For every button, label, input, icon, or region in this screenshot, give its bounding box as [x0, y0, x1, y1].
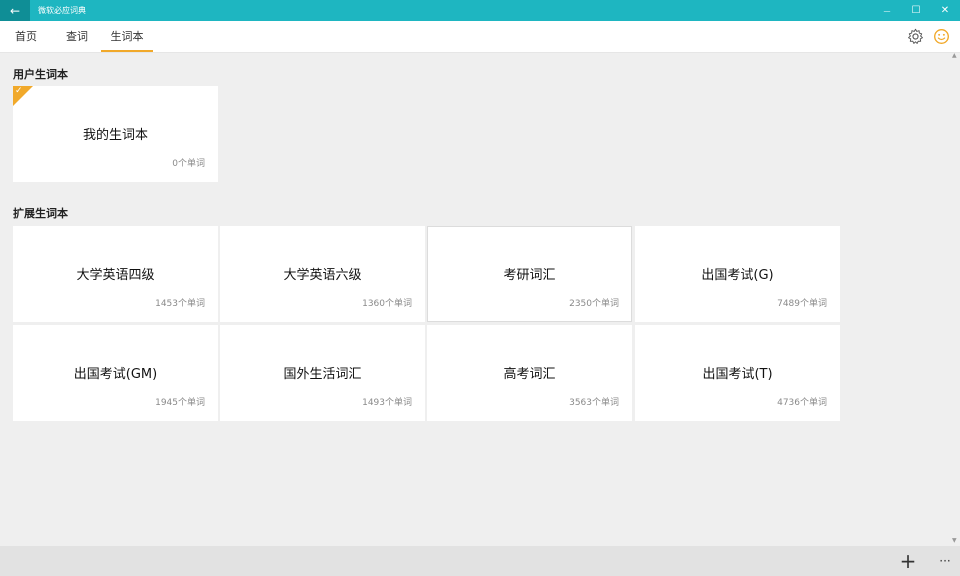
wordbook-count: 2350个单词	[569, 299, 619, 309]
extended-section-title: 扩展生词本	[13, 207, 68, 220]
wordbook-card[interactable]: 出国考试(G) 7489个单词	[635, 226, 840, 322]
wordbook-name: 出国考试(T)	[702, 367, 773, 382]
wordbook-count: 3563个单词	[569, 398, 619, 408]
back-arrow-icon: ←	[9, 3, 21, 18]
wordbook-card[interactable]: 大学英语四级 1453个单词	[13, 226, 218, 322]
checkmark-icon: ✓	[15, 86, 23, 96]
wordbook-card[interactable]: 出国考试(T) 4736个单词	[635, 325, 840, 421]
wordbook-card[interactable]: 国外生活词汇 1493个单词	[220, 325, 425, 421]
wordbook-name: 考研词汇	[503, 268, 556, 283]
scroll-down-icon[interactable]: ▼	[952, 537, 957, 544]
plus-icon: +	[899, 549, 917, 573]
minimize-icon: —	[883, 6, 891, 15]
wordbook-name: 高考词汇	[503, 367, 556, 382]
nav-bar: 首页 查词 生词本	[0, 21, 960, 53]
wordbook-count: 1493个单词	[362, 398, 412, 408]
wordbook-count: 4736个单词	[777, 398, 827, 408]
maximize-button[interactable]: ☐	[901, 0, 931, 21]
maximize-icon: ☐	[911, 5, 921, 16]
wordbook-name: 出国考试(G)	[701, 268, 774, 283]
close-button[interactable]: ✕	[930, 0, 960, 21]
tab-wordbook[interactable]: 生词本	[101, 21, 153, 52]
tab-home[interactable]: 首页	[8, 21, 44, 52]
scroll-up-icon[interactable]: ▲	[952, 52, 957, 59]
tab-lookup[interactable]: 查词	[59, 21, 95, 52]
minimize-button[interactable]: —	[872, 0, 902, 21]
wordbook-count: 0个单词	[172, 159, 205, 169]
wordbook-card-my[interactable]: ✓ 我的生词本 0个单词	[13, 86, 218, 182]
wordbook-card[interactable]: 考研词汇 2350个单词	[427, 226, 632, 322]
wordbook-name: 国外生活词汇	[283, 367, 362, 382]
add-wordbook-button[interactable]: +	[896, 546, 920, 576]
ellipsis-icon: ···	[939, 554, 951, 568]
wordbook-name: 大学英语六级	[283, 268, 362, 283]
wordbook-count: 1945个单词	[155, 398, 205, 408]
wordbook-count: 7489个单词	[777, 299, 827, 309]
wordbook-name: 出国考试(GM)	[73, 367, 158, 382]
wordbook-name: 大学英语四级	[76, 268, 155, 283]
smiley-icon[interactable]	[933, 28, 950, 45]
bottom-app-bar: + ···	[0, 546, 960, 576]
wordbook-name: 我的生词本	[82, 128, 148, 143]
back-button[interactable]: ←	[0, 0, 30, 21]
wordbook-card[interactable]: 出国考试(GM) 1945个单词	[13, 325, 218, 421]
user-section-title: 用户生词本	[13, 68, 68, 81]
wordbook-count: 1360个单词	[362, 299, 412, 309]
wordbook-count: 1453个单词	[155, 299, 205, 309]
close-icon: ✕	[940, 5, 950, 16]
wordbook-card[interactable]: 大学英语六级 1360个单词	[220, 226, 425, 322]
more-options-button[interactable]: ···	[934, 546, 956, 576]
wordbook-card[interactable]: 高考词汇 3563个单词	[427, 325, 632, 421]
app-title: 微软必应词典	[38, 6, 86, 15]
gear-icon[interactable]	[907, 28, 924, 45]
title-bar: ← 微软必应词典 — ☐ ✕	[0, 0, 960, 21]
